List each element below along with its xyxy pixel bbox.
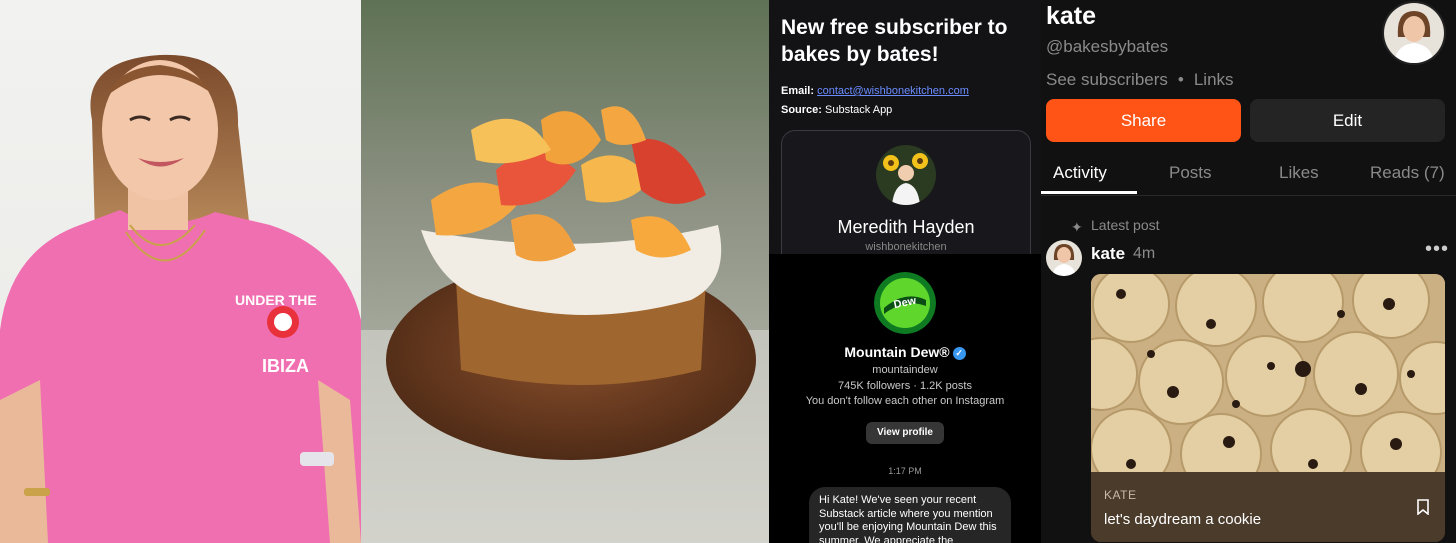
share-button[interactable]: Share [1046,99,1241,142]
email-link[interactable]: contact@wishbonekitchen.com [817,85,969,97]
profile-avatar[interactable] [1382,1,1446,65]
notification-title: New free subscriber to bakes by bates! [781,16,1008,66]
verified-icon: ✓ [952,347,966,360]
profile-tabs: Activity Posts Likes Reads (7) [1041,155,1456,196]
dm-name-text: Mountain Dew® [844,344,950,360]
tab-posts[interactable]: Posts [1169,163,1212,183]
profile-handle: @bakesbybates [1046,37,1169,56]
post-card-image [1091,274,1445,495]
see-subscribers-link[interactable]: See subscribers [1046,70,1168,89]
source-label: Source: [781,104,822,116]
post-card-footer: KATE let's daydream a cookie [1091,472,1445,542]
separator: • [1177,70,1184,89]
portrait-illustration: UNDER THE IBIZA [0,54,361,543]
source-value: Substack App [825,104,893,116]
cake-illustration [361,0,769,543]
post-author-avatar[interactable] [1046,240,1082,276]
post-author[interactable]: kate [1091,244,1125,264]
portrait-photo: UNDER THE IBIZA [0,0,361,543]
sparkle-icon: ✦ [1071,219,1083,235]
email-line: Email: contact@wishbonekitchen.com [781,85,969,97]
svg-text:UNDER THE: UNDER THE [235,292,317,308]
cake-photo [361,0,769,543]
post-time: 4m [1133,245,1156,262]
tab-activity[interactable]: Activity [1053,163,1107,183]
dm-timestamp: 1:17 PM [888,466,922,476]
subscriber-card[interactable]: Meredith Hayden wishbonekitchen [781,130,1031,272]
latest-post-label: Latest post [1091,217,1160,233]
edit-button[interactable]: Edit [1250,99,1445,142]
tab-likes[interactable]: Likes [1279,163,1319,183]
email-label: Email: [781,85,815,97]
profile-name: kate [1046,2,1097,30]
source-line: Source: Substack App [781,104,892,116]
post-card[interactable]: KATE let's daydream a cookie [1091,274,1445,542]
post-card-publication: KATE [1104,488,1137,502]
subscriber-name: Meredith Hayden [837,217,975,237]
subscriber-handle: wishbonekitchen [865,241,947,253]
dm-follow-status: You don't follow each other on Instagram [805,395,1005,407]
dm-stats: 745K followers · 1.2K posts [838,380,972,392]
more-icon[interactable]: ••• [1425,238,1449,261]
tab-reads[interactable]: Reads (7) [1370,163,1445,183]
active-tab-indicator [1041,191,1137,194]
subscriber-avatar [876,145,936,205]
dm-avatar[interactable]: Dew [874,272,936,334]
dm-handle: mountaindew [872,364,938,376]
dm-name: Mountain Dew® ✓ [769,344,1041,360]
dm-thread: Dew Mountain Dew® ✓ mountaindew 745K foll… [769,254,1041,543]
dm-message: Hi Kate! We've seen your recent Substack… [809,487,1011,543]
svg-text:IBIZA: IBIZA [262,356,309,376]
post-card-title[interactable]: let's daydream a cookie [1104,511,1261,528]
view-profile-button[interactable]: View profile [866,422,944,444]
notification-panel: New free subscriber to bakes by bates! E… [769,0,1041,543]
links-link[interactable]: Links [1194,70,1234,89]
profile-panel: kate @bakesbybates See subscribers • Links… [1041,0,1456,543]
bookmark-icon[interactable] [1417,499,1429,520]
profile-links-row: See subscribers • Links [1046,70,1234,90]
